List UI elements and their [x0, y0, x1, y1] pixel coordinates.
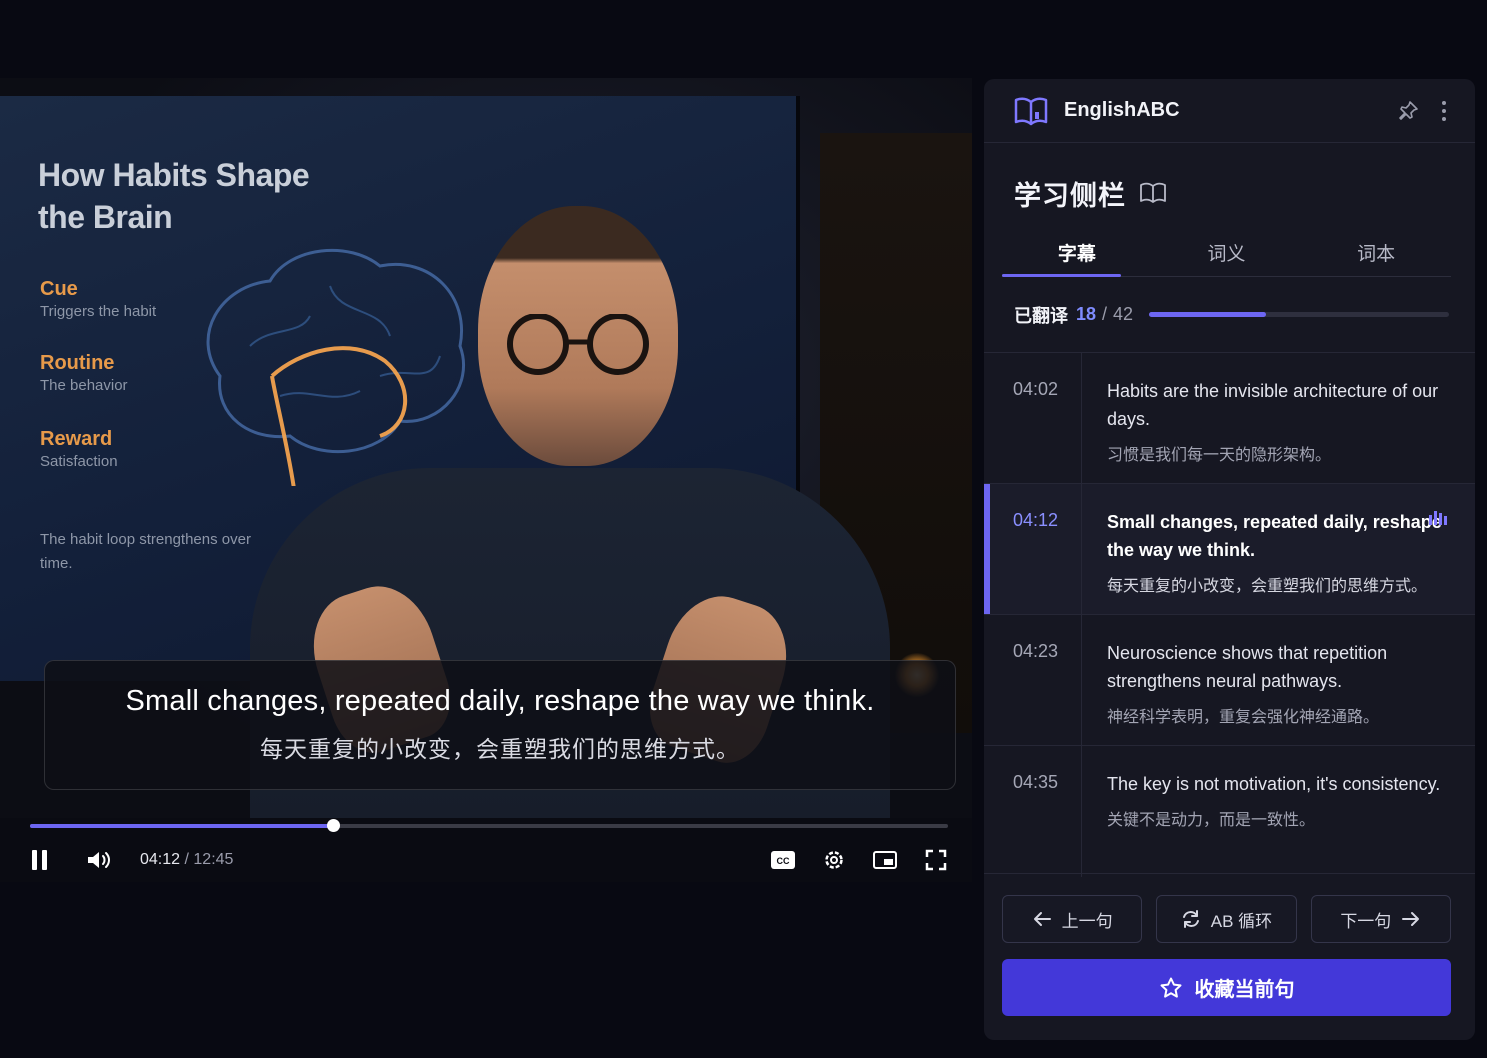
cue-time: 04:02	[984, 353, 1082, 483]
sidebar-footer: 上一句 AB 循环 下一句 收藏当前句	[984, 873, 1475, 1040]
cue-chinese: 每天重复的小改变，会重塑我们的思维方式。	[1107, 578, 1428, 595]
cue-chinese: 关键不是动力，而是一致性。	[1107, 812, 1316, 829]
volume-icon[interactable]	[86, 849, 112, 871]
seek-bar-played	[30, 824, 333, 828]
favorite-sentence-button[interactable]: 收藏当前句	[1002, 959, 1451, 1016]
arrow-left-icon	[1032, 911, 1052, 927]
brain-illustration	[206, 248, 466, 486]
now-playing-icon	[1429, 510, 1449, 531]
cue-item[interactable]: 04:35 The key is not motivation, it's co…	[984, 746, 1475, 877]
subtitle-chinese: 每天重复的小改变，会重塑我们的思维方式。	[260, 736, 740, 762]
loop-icon	[1181, 909, 1201, 929]
book-logo-icon	[1014, 96, 1048, 126]
pin-icon[interactable]	[1397, 100, 1419, 122]
current-time: 04:12	[140, 851, 181, 868]
tab-subtitles[interactable]: 字幕	[1002, 229, 1152, 277]
presenter-glasses	[507, 314, 649, 375]
translation-progress: 已翻译 18 / 42	[984, 277, 1475, 353]
cue-time: 04:35	[984, 746, 1082, 877]
settings-icon[interactable]	[822, 848, 846, 872]
translation-progress-fill	[1149, 312, 1267, 317]
next-sentence-label: 下一句	[1340, 911, 1392, 931]
ab-loop-button[interactable]: AB 循环	[1156, 895, 1297, 943]
loop-reward: Reward Satisfaction	[40, 428, 118, 470]
cue-chinese: 神经科学表明，重复会强化神经通路。	[1107, 709, 1380, 726]
sidebar-title: 学习侧栏	[1014, 180, 1126, 211]
loop-routine: Routine The behavior	[40, 352, 128, 394]
translation-progress-bar	[1149, 312, 1449, 317]
total-count: 42	[1113, 304, 1134, 324]
pip-icon[interactable]	[872, 849, 898, 871]
time-separator: /	[184, 851, 189, 868]
subtitle-overlay: Small changes, repeated daily, reshape t…	[44, 660, 956, 790]
loop-cue: Cue Triggers the habit	[40, 278, 157, 320]
cue-chinese: 习惯是我们每一天的隐形架构。	[1107, 447, 1332, 464]
favorite-sentence-label: 收藏当前句	[1194, 979, 1295, 1001]
video-player[interactable]: How Habits Shape the Brain Cue Triggers …	[0, 78, 972, 882]
app-name: EnglishABC	[1064, 99, 1180, 121]
more-options-icon[interactable]	[1441, 100, 1447, 122]
prev-sentence-label: 上一句	[1061, 911, 1113, 931]
tab-wordbook[interactable]: 词本	[1301, 229, 1451, 276]
translated-separator: /	[1102, 304, 1108, 324]
translated-count: 18	[1076, 304, 1097, 324]
cue-time: 04:23	[984, 615, 1082, 745]
tab-definitions[interactable]: 词义	[1152, 229, 1302, 276]
prev-sentence-button[interactable]: 上一句	[1002, 895, 1143, 943]
cue-english: Habits are the invisible architecture of…	[1107, 381, 1439, 429]
ab-loop-label: AB 循环	[1210, 911, 1273, 931]
arrow-right-icon	[1401, 911, 1421, 927]
sidebar-tabs: 字幕 词义 词本	[1002, 229, 1451, 277]
total-time: 12:45	[193, 851, 234, 868]
svg-text:CC: CC	[777, 856, 790, 866]
subtitle-english: Small changes, repeated daily, reshape t…	[125, 685, 875, 717]
seek-handle[interactable]	[326, 819, 340, 832]
star-icon	[1159, 976, 1183, 1000]
sidebar-header: EnglishABC	[984, 79, 1475, 143]
open-book-icon	[1140, 182, 1166, 204]
cue-item-active[interactable]: 04:12 Small changes, repeated daily, res…	[984, 484, 1475, 615]
cue-item[interactable]: 04:23 Neuroscience shows that repetition…	[984, 615, 1475, 746]
learning-sidebar: EnglishABC 学习侧栏 字幕 词义 词本 已翻译 18 / 42 04:…	[984, 79, 1475, 1040]
cue-item[interactable]: 04:02 Habits are the invisible architect…	[984, 353, 1475, 484]
pause-icon[interactable]	[30, 849, 50, 871]
cue-english: Small changes, repeated daily, reshape t…	[1107, 512, 1442, 560]
cc-icon[interactable]: CC	[770, 849, 796, 871]
cue-english: Neuroscience shows that repetition stren…	[1107, 643, 1388, 691]
sidebar-title-row: 学习侧栏	[984, 143, 1475, 219]
translated-label: 已翻译	[1014, 305, 1068, 326]
cue-time: 04:12	[984, 484, 1082, 614]
fullscreen-icon[interactable]	[924, 848, 948, 872]
cue-english: The key is not motivation, it's consiste…	[1107, 774, 1441, 794]
time-display: 04:12 / 12:45	[140, 851, 233, 869]
next-sentence-button[interactable]: 下一句	[1310, 895, 1451, 943]
player-controls: 04:12 / 12:45 CC	[30, 844, 948, 876]
seek-bar[interactable]	[30, 819, 948, 832]
subtitle-cue-list[interactable]: 04:02 Habits are the invisible architect…	[984, 353, 1475, 877]
slide-footnote: The habit loop strengthens over time.	[40, 531, 251, 572]
